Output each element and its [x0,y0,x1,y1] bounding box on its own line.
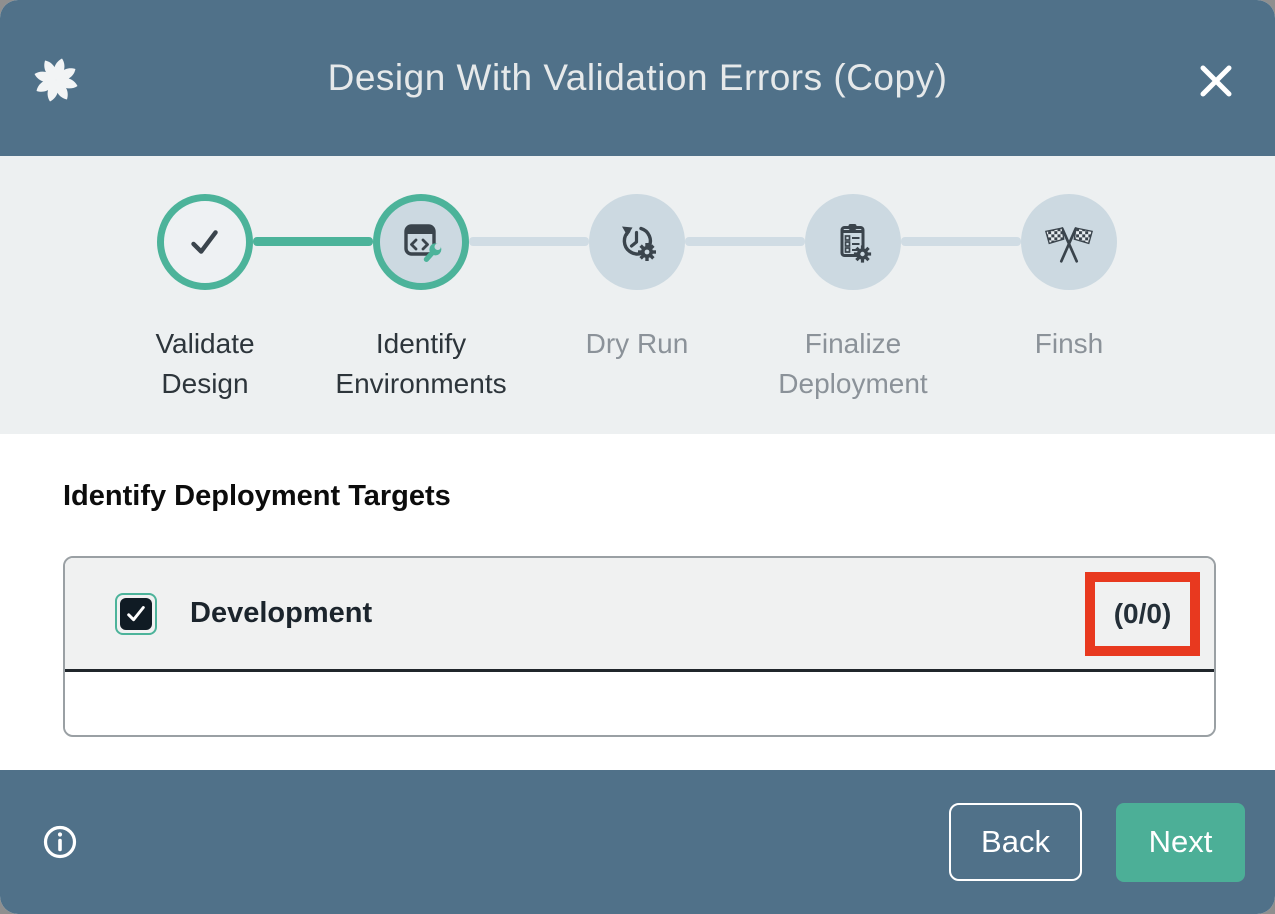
deployment-targets-list: Development (0/0) [63,556,1216,737]
stepper-connector [253,237,373,246]
step-identify-environments [373,194,469,290]
step-finish [1021,194,1117,290]
step-label-validate-design: Validate Design [97,324,313,404]
close-icon [1196,61,1236,101]
development-checkbox[interactable] [115,593,157,635]
empty-list-row [65,672,1214,734]
pinwheel-logo-icon [28,52,84,108]
step-label-finalize-deployment: Finalize Deployment [745,324,961,404]
info-icon [42,824,78,860]
checkmark-icon [123,601,149,627]
stepper-connector [901,237,1021,246]
info-button[interactable] [42,824,78,860]
close-button[interactable] [1193,58,1239,104]
step-validate-design [157,194,253,290]
deployment-stepper: Validate Design Identify Environments [0,156,1275,434]
history-gear-icon [613,218,661,266]
checkered-flags-icon [1042,218,1096,266]
check-icon [182,219,228,265]
deployment-wizard-modal: Design With Validation Errors (Copy) Val… [0,0,1275,914]
back-button[interactable]: Back [949,803,1082,881]
annotation-highlight-box: (0/0) [1085,572,1200,656]
step-dry-run [589,194,685,290]
step-label-identify-environments: Identify Environments [313,324,529,404]
clipboard-gear-icon [829,218,877,266]
section-heading: Identify Deployment Targets [63,480,451,513]
modal-footer: Back Next [0,770,1275,914]
stepper-connector [469,237,589,246]
code-window-wrench-icon [397,218,445,266]
dialog-title: Design With Validation Errors (Copy) [328,57,948,99]
step-label-finish: Finsh [961,324,1177,364]
environment-counter: (0/0) [1114,598,1172,630]
step-content-panel: Identify Deployment Targets Development … [0,434,1275,770]
next-button[interactable]: Next [1116,803,1245,882]
environment-row-development[interactable]: Development (0/0) [65,558,1214,672]
checkbox-checked-box [120,598,152,630]
stepper-connector [685,237,805,246]
environment-name: Development [190,597,372,630]
step-label-dry-run: Dry Run [529,324,745,364]
modal-header: Design With Validation Errors (Copy) [0,0,1275,156]
step-finalize-deployment [805,194,901,290]
